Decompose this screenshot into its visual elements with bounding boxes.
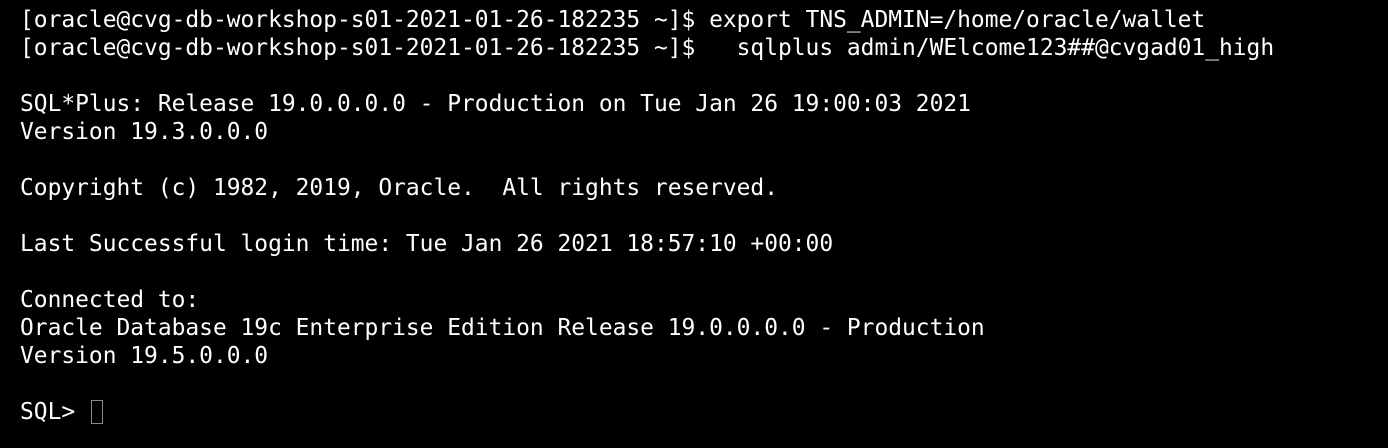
- copyright-notice: Copyright (c) 1982, 2019, Oracle. All ri…: [20, 175, 778, 201]
- command-text: export TNS_ADMIN=/home/oracle/wallet: [709, 7, 1206, 33]
- database-version: Version 19.5.0.0.0: [20, 343, 269, 369]
- shell-prompt: [oracle@cvg-db-workshop-s01-2021-01-26-1…: [20, 7, 710, 33]
- sqlplus-banner: SQL*Plus: Release 19.0.0.0.0 - Productio…: [20, 91, 971, 117]
- command-text: sqlplus admin/WElcome123##@cvgad01_high: [709, 35, 1275, 61]
- command-line-sqlplus: [oracle@cvg-db-workshop-s01-2021-01-26-1…: [20, 34, 1388, 62]
- database-edition: Oracle Database 19c Enterprise Edition R…: [20, 315, 985, 341]
- sql-prompt-line[interactable]: SQL>: [20, 398, 1388, 426]
- command-line-export: [oracle@cvg-db-workshop-s01-2021-01-26-1…: [20, 6, 1388, 34]
- shell-prompt: [oracle@cvg-db-workshop-s01-2021-01-26-1…: [20, 35, 710, 61]
- terminal-screen: [oracle@cvg-db-workshop-s01-2021-01-26-1…: [20, 6, 1388, 426]
- sqlplus-version: Version 19.3.0.0.0: [20, 119, 269, 145]
- connected-to-label: Connected to:: [20, 287, 200, 313]
- sql-prompt: SQL>: [20, 399, 89, 425]
- last-login-time: Last Successful login time: Tue Jan 26 2…: [20, 231, 834, 257]
- text-cursor[interactable]: [90, 400, 103, 424]
- terminal-window[interactable]: [oracle@cvg-db-workshop-s01-2021-01-26-1…: [0, 0, 1388, 448]
